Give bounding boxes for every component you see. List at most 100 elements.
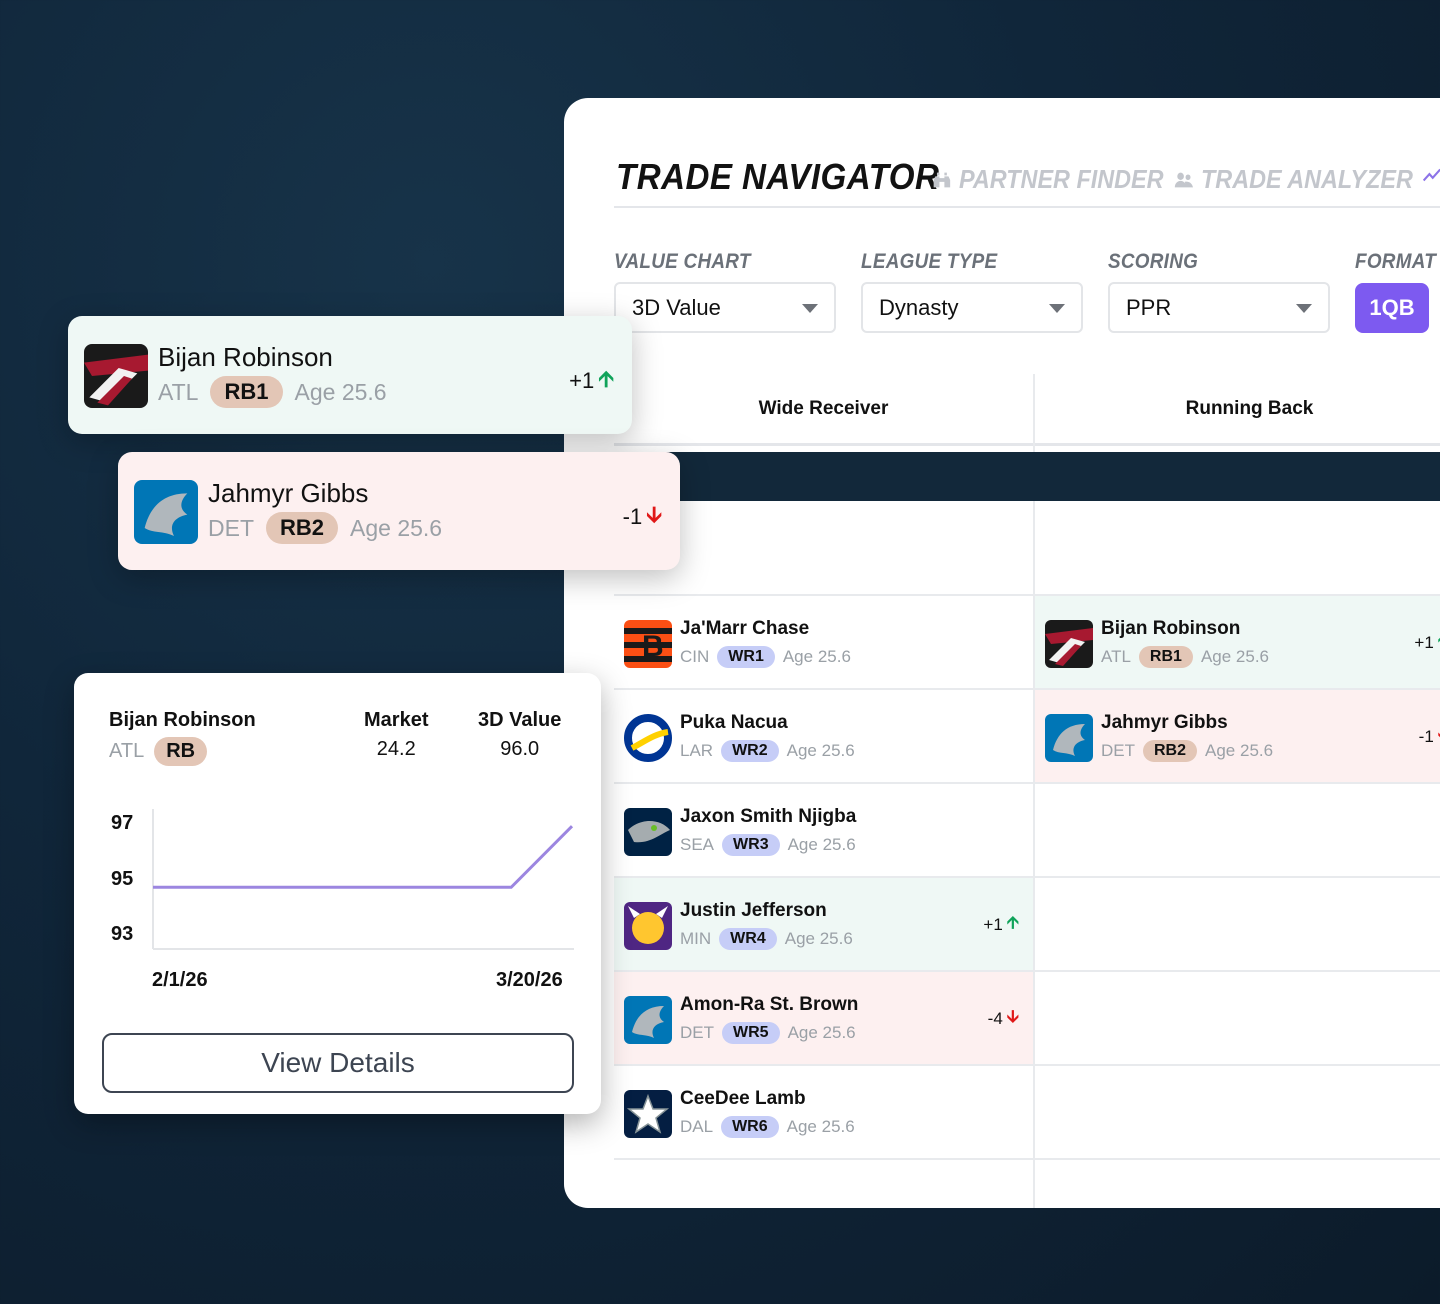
floating-player-card-up[interactable]: Bijan Robinson ATL RB1 Age 25.6 +1 🡩	[68, 316, 632, 434]
rank-change-value: -4	[987, 1008, 1003, 1028]
column-header-wr[interactable]: Wide Receiver	[614, 374, 1033, 446]
rank-badge: WR6	[721, 1116, 779, 1138]
market-label: Market	[364, 709, 429, 731]
rank-change-value: +1	[983, 914, 1003, 934]
player-team: ATL	[1101, 647, 1131, 666]
player-age: Age 25.6	[1200, 647, 1269, 666]
nav-trade-analyzer[interactable]: TRADE ANALYZER	[1174, 164, 1413, 195]
rank-badge: WR4	[719, 928, 777, 950]
player-row[interactable]: Bijan Robinson ATL RB1 Age 25.6 +1🡩	[1035, 596, 1440, 690]
users-icon	[1174, 172, 1193, 187]
player-name: Bijan Robinson	[1101, 618, 1241, 639]
empty-row	[1035, 878, 1440, 972]
market-stat: Market 24.2	[364, 709, 428, 761]
top-nav: TRADE NAVIGATOR PARTNER FINDER TRADE ANA…	[614, 150, 1440, 208]
arrow-up-icon: 🡩	[1006, 913, 1019, 932]
player-row[interactable]: Justin Jefferson MIN WR4 Age 25.6 +1 🡩	[614, 878, 1033, 972]
arrow-up-icon: 🡩	[598, 366, 614, 391]
view-details-button[interactable]: View Details	[102, 1033, 574, 1093]
rank-change-value: +1	[1414, 632, 1434, 652]
rank-badge: RB2	[266, 512, 339, 544]
header-band	[614, 452, 1440, 501]
nav-partner-finder-label: PARTNER FINDER	[959, 164, 1164, 194]
atl-logo-icon	[1045, 620, 1093, 668]
player-row[interactable]: CeeDee Lamb DAL WR6 Age 25.6	[614, 1066, 1033, 1160]
value-series-line	[153, 825, 574, 889]
empty-row	[1035, 972, 1440, 1066]
player-name: CeeDee Lamb	[680, 1088, 806, 1109]
nav-trend-link[interactable]	[1422, 164, 1440, 186]
player-team: DET	[208, 514, 254, 541]
rank-change: +1🡩	[983, 910, 1019, 939]
player-age: Age 25.6	[782, 647, 851, 666]
league-type-select[interactable]: Dynasty	[861, 282, 1083, 333]
min-logo-icon	[624, 902, 672, 950]
format-1qb-button[interactable]: 1QB	[1355, 283, 1429, 333]
player-row[interactable]: Jahmyr Gibbs DET RB2 Age 25.6 -1🡫	[1035, 690, 1440, 784]
player-name: Jahmyr Gibbs	[1101, 712, 1228, 733]
scoring-label: SCORING	[1108, 250, 1199, 273]
player-team: DAL	[680, 1117, 714, 1136]
league-type-value: Dynasty	[879, 294, 959, 320]
player-meta: DET RB2 Age 25.6	[208, 512, 442, 544]
player-row[interactable]: B Ja'Marr Chase CIN WR1 Age 25.6	[614, 596, 1033, 690]
player-team: CIN	[680, 647, 710, 666]
value-chart-value: 3D Value	[632, 294, 721, 320]
x-tick-label: 2/1/26	[152, 969, 208, 991]
player-meta: DET WR5 Age 25.6	[680, 1022, 856, 1044]
rank-change: -1🡫	[623, 498, 662, 536]
player-row[interactable]: Puka Nacua LAR WR2 Age 25.6	[614, 690, 1033, 784]
format-label: FORMAT	[1355, 250, 1437, 273]
y-tick-label: 93	[111, 923, 134, 945]
rank-change-value: -1	[622, 504, 643, 529]
caret-down-icon	[802, 304, 818, 313]
dal-logo-icon	[624, 1090, 672, 1138]
player-name: Justin Jefferson	[680, 900, 827, 921]
nav-trade-analyzer-label: TRADE ANALYZER	[1201, 164, 1413, 194]
value-value: 96.0	[500, 738, 540, 760]
rank-change: +1🡩	[1414, 628, 1440, 657]
value-stat: 3D Value 96.0	[478, 709, 561, 761]
player-age: Age 25.6	[786, 1117, 855, 1136]
rank-badge: WR2	[721, 740, 779, 762]
player-meta: ATL RB1 Age 25.6	[1101, 646, 1269, 668]
player-age: Age 25.6	[350, 514, 443, 541]
rank-change-value: +1	[569, 368, 595, 393]
trade-navigator-panel: TRADE NAVIGATOR PARTNER FINDER TRADE ANA…	[564, 98, 1440, 1208]
player-meta: MIN WR4 Age 25.6	[680, 928, 853, 950]
lar-logo-icon	[624, 714, 672, 762]
player-age: Age 25.6	[1205, 741, 1274, 760]
player-meta: DAL WR6 Age 25.6	[680, 1116, 855, 1138]
player-team: DET	[680, 1023, 714, 1042]
atl-logo-icon	[84, 344, 148, 408]
det-logo-icon	[1045, 714, 1093, 762]
player-age: Age 25.6	[786, 741, 855, 760]
player-meta: DET RB2 Age 25.6	[1101, 740, 1273, 762]
value-chart-label: VALUE CHART	[614, 250, 751, 273]
player-meta: LAR WR2 Age 25.6	[680, 740, 855, 762]
scoring-select[interactable]: PPR	[1108, 282, 1330, 333]
column-header-rb[interactable]: Running Back	[1035, 374, 1440, 446]
rank-change: +1🡩	[569, 362, 614, 400]
det-logo-icon	[624, 996, 672, 1044]
nav-partner-finder[interactable]: PARTNER FINDER	[932, 164, 1164, 195]
player-row[interactable]: Jaxon Smith Njigba SEA WR3 Age 25.6	[614, 784, 1033, 878]
value-chart-select[interactable]: 3D Value	[614, 282, 836, 333]
player-meta: SEA WR3 Age 25.6	[680, 834, 856, 856]
player-name: Ja'Marr Chase	[680, 618, 810, 639]
arrow-down-icon: 🡫	[646, 502, 662, 527]
value-line-chart	[152, 809, 574, 950]
rank-change: -1🡫	[1419, 722, 1440, 751]
floating-player-card-down[interactable]: Jahmyr Gibbs DET RB2 Age 25.6 -1 🡫	[118, 452, 680, 570]
player-name: Amon-Ra St. Brown	[680, 994, 859, 1015]
y-tick-label: 97	[111, 812, 134, 834]
caret-down-icon	[1296, 304, 1312, 313]
player-team: LAR	[680, 741, 714, 760]
detail-player-name: Bijan Robinson	[109, 709, 256, 731]
player-team: MIN	[680, 929, 712, 948]
league-type-label: LEAGUE TYPE	[861, 250, 998, 273]
binoculars-icon	[933, 172, 951, 187]
player-row[interactable]: Amon-Ra St. Brown DET WR5 Age 25.6 -4 🡫	[614, 972, 1033, 1066]
player-age: Age 25.6	[787, 1023, 856, 1042]
player-team: ATL	[158, 378, 199, 405]
